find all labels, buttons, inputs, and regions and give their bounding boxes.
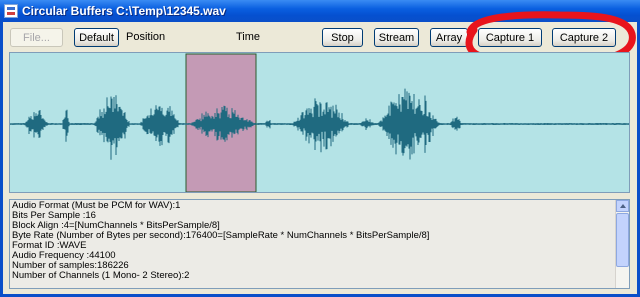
waveform (10, 88, 629, 160)
info-lines: Audio Format (Must be PCM for WAV):1 Bits… (12, 201, 612, 281)
default-button[interactable]: Default (74, 28, 119, 47)
app-icon (4, 4, 18, 18)
time-label: Time (236, 31, 261, 43)
info-text-area[interactable]: Audio Format (Must be PCM for WAV):1 Bits… (9, 199, 630, 289)
info-line: Number of Channels (1 Mono- 2 Stereo):2 (12, 270, 190, 281)
info-line: Audio Format (Must be PCM for WAV):1 (12, 200, 181, 211)
stream-button[interactable]: Stream (374, 28, 419, 47)
vertical-scrollbar[interactable] (615, 200, 629, 288)
waveform-panel[interactable] (9, 52, 630, 193)
scroll-thumb[interactable] (616, 213, 629, 267)
waveform-svg (10, 53, 629, 192)
position-label: Position (126, 31, 166, 43)
scroll-up-arrow-icon[interactable] (616, 200, 629, 212)
stop-button[interactable]: Stop (322, 28, 363, 47)
file-button[interactable]: File... (10, 28, 63, 47)
info-line: Byte Rate (Number of Bytes per second):1… (12, 230, 430, 241)
window-title: Circular Buffers C:\Temp\12345.wav (22, 4, 226, 18)
